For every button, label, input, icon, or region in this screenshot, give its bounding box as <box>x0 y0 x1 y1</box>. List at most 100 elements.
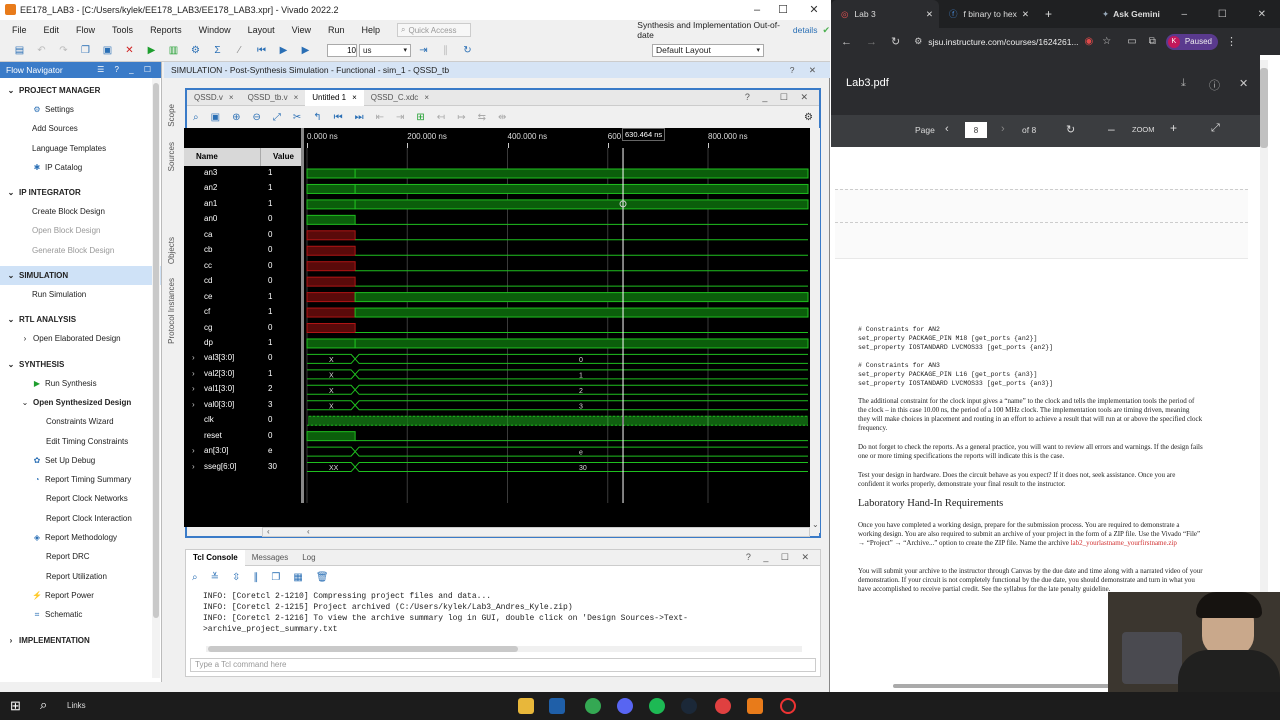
next-page-icon[interactable]: › <box>1001 123 1005 135</box>
settings-icon[interactable]: ⚙ <box>189 44 202 57</box>
signal-row[interactable]: cd 0 <box>184 274 301 289</box>
flow-scrollbar[interactable] <box>152 78 160 678</box>
close-icon[interactable]: ✕ <box>1239 77 1248 90</box>
scroll-left-icon[interactable]: ‹ <box>267 527 270 536</box>
browser-scroll-thumb[interactable] <box>1260 68 1268 148</box>
flow-item[interactable]: ▶ Run Synthesis <box>0 374 161 393</box>
waveform-pane[interactable]: X 0 X 1 X 2 X 3 e XX 30 <box>304 148 810 503</box>
window-controls-icon[interactable]: ? _ ☐ ✕ <box>746 552 814 563</box>
obs-icon[interactable] <box>780 698 796 714</box>
console-hscroll[interactable] <box>206 646 802 652</box>
menu-layout[interactable]: Layout <box>248 25 275 35</box>
menu-help[interactable]: Help <box>362 25 381 35</box>
search-icon[interactable]: ⌕ <box>193 112 199 123</box>
fullscreen-icon[interactable]: ⤢ <box>1211 122 1220 135</box>
add-marker-icon[interactable]: ⊞ <box>416 112 424 123</box>
chevron-down-icon[interactable]: ⌄ <box>6 355 16 374</box>
expand-icon[interactable]: › <box>192 462 195 471</box>
flow-item[interactable]: ✱ IP Catalog <box>0 158 161 177</box>
flow-item[interactable]: Constraints Wizard <box>0 412 161 431</box>
zoom-out-icon[interactable]: ⊖ <box>252 112 260 123</box>
signal-row[interactable]: › val0[3:0] 3 <box>184 398 301 413</box>
undo-icon[interactable]: ↶ <box>35 44 48 57</box>
flow-section-1[interactable]: ⌄ IP INTEGRATOR <box>0 183 161 202</box>
flow-item[interactable]: Create Block Design <box>0 202 161 221</box>
expand-icon[interactable]: › <box>192 446 195 455</box>
maximize-icon[interactable]: ☐ <box>776 3 790 17</box>
search-icon[interactable]: ⌕ <box>192 572 198 583</box>
run-unit-select[interactable]: us ▾ <box>359 44 411 57</box>
vivado-taskbar-icon[interactable] <box>747 698 763 714</box>
reload-icon[interactable]: ↻ <box>891 35 900 48</box>
tab-tcl-console[interactable]: Tcl Console <box>186 549 245 566</box>
chevron-down-icon[interactable]: › <box>6 631 16 650</box>
flow-item[interactable]: Language Templates <box>0 139 161 158</box>
menu-reports[interactable]: Reports <box>150 25 182 35</box>
wave-hscroll[interactable]: ‹ ‹ <box>262 527 810 537</box>
collapse-icon[interactable]: ≚ <box>211 572 219 583</box>
step-icon[interactable]: ⇥ <box>417 44 430 57</box>
go-end-icon[interactable]: ⏭ <box>355 112 364 123</box>
browser-tab-binary[interactable]: ⓕ f binary to hex ✕ <box>939 0 1035 28</box>
tab-messages[interactable]: Messages <box>245 550 295 566</box>
pause-icon[interactable]: ∥ <box>439 44 452 57</box>
expand-icon[interactable]: ⇳ <box>232 572 240 583</box>
signal-row[interactable]: an0 0 <box>184 212 301 227</box>
discord-icon[interactable] <box>617 698 633 714</box>
layout-select[interactable]: Default Layout ▾ <box>652 44 764 57</box>
relaunch-icon[interactable]: ↻ <box>461 44 474 57</box>
rotate-icon[interactable]: ↻ <box>1066 123 1075 136</box>
menu-tools[interactable]: Tools <box>112 25 133 35</box>
cast-icon[interactable]: ▭ <box>1127 36 1136 47</box>
side-tab-objects[interactable]: Objects <box>167 237 176 264</box>
menu-edit[interactable]: Edit <box>44 25 60 35</box>
chevron-right-icon[interactable]: ⌄ <box>20 393 30 412</box>
flow-item[interactable]: Open Block Design <box>0 221 161 240</box>
flow-item[interactable]: Edit Timing Constraints <box>0 432 161 451</box>
flow-item[interactable]: › Open Elaborated Design <box>0 329 161 348</box>
delete-icon[interactable]: ✕ <box>123 44 136 57</box>
page-input[interactable] <box>965 122 987 138</box>
save-icon[interactable]: ▣ <box>211 112 220 123</box>
zoom-in-icon[interactable]: + <box>1170 121 1177 135</box>
next-marker-icon[interactable]: ↦ <box>457 112 465 123</box>
chevron-down-icon[interactable]: ⌄ <box>6 310 16 329</box>
download-icon[interactable]: ⤓ <box>1181 77 1186 90</box>
url-text[interactable]: sjsu.instructure.com/courses/1624261... <box>928 37 1078 47</box>
prev-page-icon[interactable]: ‹ <box>945 123 949 135</box>
expand-icon[interactable]: › <box>192 369 195 378</box>
star-icon[interactable]: ☆ <box>1102 36 1111 47</box>
scroll-down-icon[interactable]: ⌄ <box>812 520 819 529</box>
chevron-down-icon[interactable]: ⌄ <box>6 81 16 100</box>
signal-row[interactable]: cf 1 <box>184 305 301 320</box>
signal-row[interactable]: cb 0 <box>184 243 301 258</box>
more-icon[interactable]: ⋮ <box>1226 35 1237 48</box>
tab-qssd-tb-v[interactable]: QSSD_tb.v × <box>241 90 306 106</box>
flow-item[interactable]: Generate Block Design <box>0 241 161 260</box>
flow-item[interactable]: Run Simulation <box>0 285 161 304</box>
menu-view[interactable]: View <box>292 25 311 35</box>
tab-qssd-c-xdc[interactable]: QSSD_C.xdc × <box>364 90 436 106</box>
spotify-icon[interactable] <box>649 698 665 714</box>
extensions-icon[interactable]: ⧉ <box>1149 36 1156 47</box>
app-icon[interactable] <box>549 698 565 714</box>
help-close-icon[interactable]: ? ✕ <box>790 62 822 78</box>
quick-access-search[interactable]: ⌕ Quick Access <box>397 23 472 37</box>
gear-icon[interactable]: ⚙ <box>804 112 813 123</box>
window-controls-icon[interactable]: ? _ ☐ ✕ <box>745 92 813 103</box>
info-icon[interactable]: ⓘ <box>1209 77 1220 93</box>
tab-untitled-1[interactable]: Untitled 1 × <box>305 89 364 106</box>
signal-row[interactable]: an2 1 <box>184 181 301 196</box>
site-info-icon[interactable]: ⚙ <box>914 36 922 47</box>
waveform-canvas[interactable]: X 0 X 1 X 2 X 3 e XX 30 <box>304 148 810 503</box>
minimize-icon[interactable]: – <box>750 3 764 17</box>
panel-controls-icon[interactable]: ☰ ? _ ☐ <box>97 62 155 78</box>
paste-icon[interactable]: ▣ <box>101 44 114 57</box>
chrome-profile-icon[interactable] <box>715 698 731 714</box>
steam-icon[interactable] <box>681 698 697 714</box>
signal-row[interactable]: an1 1 <box>184 197 301 212</box>
cursor-icon[interactable]: ✂ <box>293 112 301 123</box>
windows-start-icon[interactable]: ⊞ <box>10 698 21 714</box>
chevron-down-icon[interactable]: ⌄ <box>6 266 16 285</box>
signal-row[interactable]: reset 0 <box>184 429 301 444</box>
